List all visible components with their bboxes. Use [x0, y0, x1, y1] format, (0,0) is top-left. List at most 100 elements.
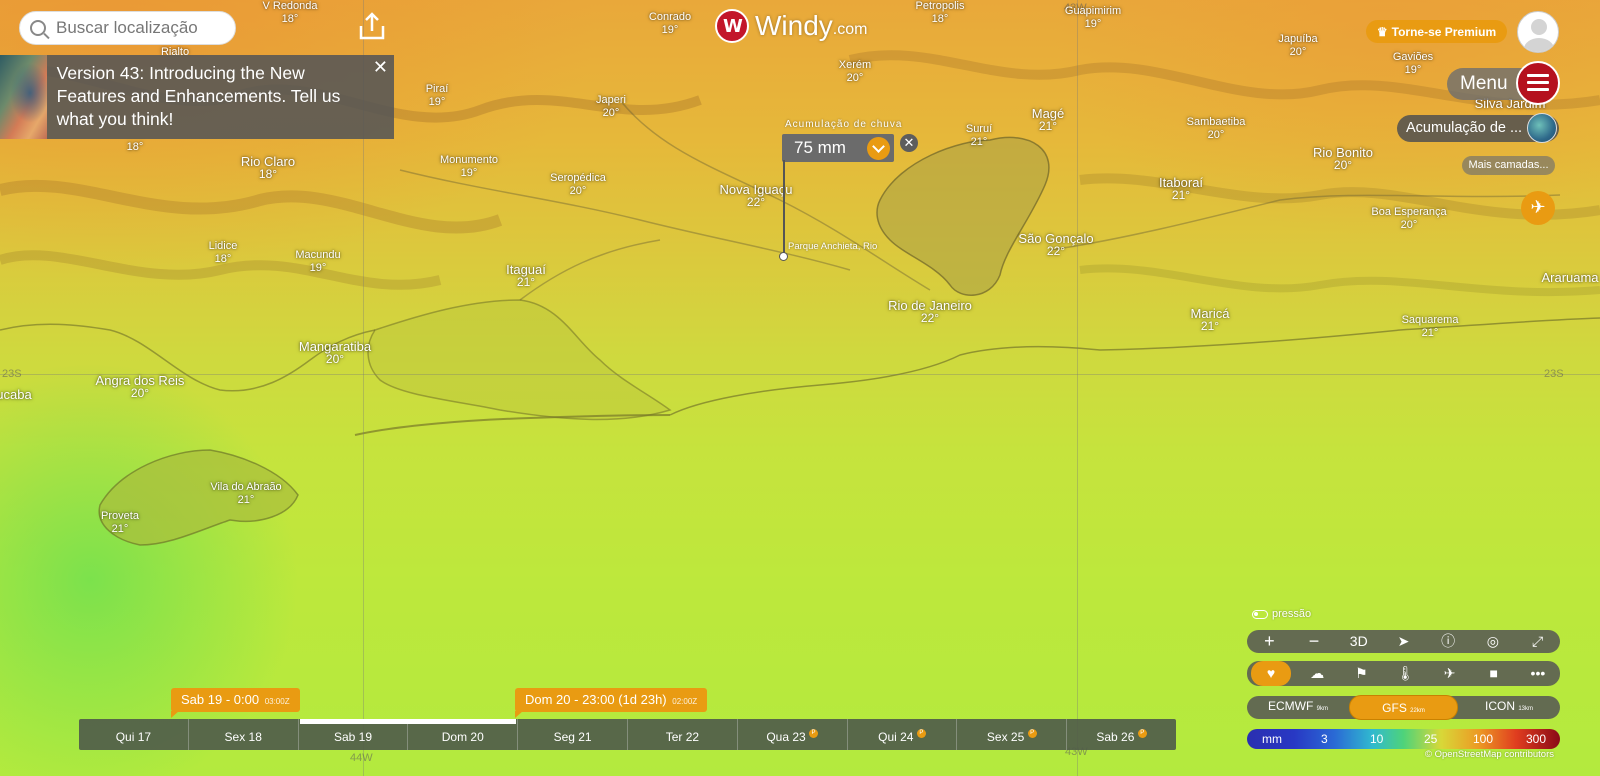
place-label[interactable]: Rio Claro 18° [241, 155, 295, 181]
radar-icon[interactable]: ◎ [1475, 630, 1511, 653]
timeline-day[interactable]: Sex 25 P [957, 719, 1068, 750]
place-label[interactable]: Piraí 19° [426, 83, 449, 109]
place-label[interactable]: Maricá 21° [1190, 307, 1229, 333]
globe-icon [1527, 113, 1557, 143]
plane-icon[interactable]: ✈ [1432, 662, 1468, 685]
place-label[interactable]: Japeri 20° [596, 94, 626, 120]
weather-icon[interactable]: ☁ [1299, 662, 1335, 685]
place-label[interactable]: Japuíba 20° [1278, 33, 1317, 59]
place-label[interactable]: Suruí 21° [966, 123, 992, 149]
grid-parallel [0, 374, 1600, 375]
place-label[interactable]: Magé 21° [1032, 107, 1065, 133]
place-label[interactable]: Rio de Janeiro 22° [888, 299, 972, 325]
search-input[interactable] [56, 18, 226, 38]
place-label[interactable]: Sambaetiba 20° [1187, 116, 1246, 142]
place-label[interactable]: Boa Esperança 20° [1371, 206, 1446, 232]
place-label[interactable]: Lidice 18° [209, 240, 238, 266]
place-label[interactable]: Itaboraí 21° [1159, 176, 1203, 202]
attribution[interactable]: © OpenStreetMap contributors [1425, 749, 1554, 760]
legend-value: 10 [1370, 732, 1384, 746]
announcement-text[interactable]: Version 43: Introducing the New Features… [47, 55, 394, 139]
flag-icon[interactable]: ⚑ [1343, 662, 1379, 685]
place-label[interactable]: Angra dos Reis 20° [96, 374, 185, 400]
timeline-start-handle[interactable]: Sab 19 - 0:00 03:00Z [171, 688, 300, 718]
logo-suffix: .com [832, 21, 868, 38]
user-icon[interactable] [1517, 11, 1559, 53]
place-label[interactable]: ucaba [0, 388, 32, 401]
place-label[interactable]: 18° [127, 141, 144, 154]
timeline-day[interactable]: Ter 22 [628, 719, 738, 750]
premium-badge-icon: P [1137, 729, 1147, 738]
info-icon[interactable]: ⓘ [1430, 630, 1466, 653]
place-label[interactable]: Mangaratiba 20° [299, 340, 371, 366]
layer-label: Acumulação de ... [1406, 120, 1523, 136]
thermometer-icon[interactable]: 🌡 [1387, 662, 1423, 685]
plane-icon[interactable]: ✈ [1521, 191, 1555, 225]
place-label[interactable]: Vila do Abraão 21° [210, 481, 281, 507]
place-label[interactable]: Macundu 19° [295, 249, 340, 275]
layer-selector[interactable]: Acumulação de ... [1397, 113, 1559, 143]
place-label[interactable]: Araruama [1541, 271, 1598, 284]
place-label[interactable]: São Gonçalo 22° [1018, 232, 1093, 258]
chevron-down-icon[interactable] [867, 137, 890, 160]
timeline-day[interactable]: Qua 23 P [738, 719, 848, 750]
timeline-day[interactable]: Sab 26 P [1067, 719, 1176, 750]
search-icon [30, 20, 46, 36]
hamburger-icon[interactable] [1516, 61, 1560, 105]
picker-title: Acumulação de chuva [785, 119, 903, 130]
place-label[interactable]: Saquarema 21° [1402, 314, 1459, 340]
heart-icon[interactable]: ♥ [1251, 661, 1292, 686]
zoom-in-button[interactable]: + [1251, 630, 1287, 653]
grid-label-lat: 23S [1544, 368, 1564, 380]
place-label[interactable]: Conrado 19° [649, 11, 691, 37]
legend-value: 100 [1473, 732, 1494, 746]
3d-button[interactable]: 3D [1341, 630, 1377, 653]
legend-value: 25 [1424, 732, 1438, 746]
timeline-day[interactable]: Qui 17 [79, 719, 189, 750]
place-label[interactable]: Gaviões 19° [1393, 51, 1433, 77]
share-icon[interactable] [355, 10, 389, 44]
timeline-day[interactable]: Qui 24 P [848, 719, 958, 750]
more-icon[interactable]: ••• [1520, 662, 1556, 685]
search-box[interactable] [19, 11, 236, 45]
announcement-banner[interactable]: Version 43: Introducing the New Features… [0, 55, 394, 139]
menu-label[interactable]: Menu [1447, 68, 1527, 100]
fullscreen-icon[interactable]: ⤢ [1520, 630, 1556, 653]
model-gfs[interactable]: GFS 22km [1348, 695, 1459, 720]
place-label[interactable]: Rio Bonito 20° [1313, 146, 1373, 172]
sepetiba-bay [367, 299, 672, 421]
grid-label-lon: 44W [350, 752, 373, 764]
poi-label[interactable]: Parque Anchieta, Rio [788, 241, 877, 252]
announcement-thumbnail [0, 55, 47, 139]
place-label[interactable]: V Redonda 18° [262, 0, 317, 26]
timeline-day[interactable]: Sex 18 [189, 719, 299, 750]
place-label[interactable]: Guapimirim 19° [1065, 5, 1121, 31]
place-label[interactable]: Itaguaí 21° [506, 263, 546, 289]
close-icon[interactable]: ✕ [373, 57, 388, 78]
picker-close-button[interactable]: ✕ [900, 134, 918, 152]
picker-point[interactable] [779, 252, 788, 261]
location-icon[interactable]: ➤ [1385, 630, 1421, 653]
timeline-day[interactable]: Seg 21 [518, 719, 628, 750]
more-layers-button[interactable]: Mais camadas... [1462, 156, 1555, 175]
camera-icon[interactable]: ■ [1476, 662, 1512, 685]
zoom-out-button[interactable]: − [1296, 630, 1332, 653]
windy-logo[interactable]: Windy .com [715, 8, 867, 44]
place-label[interactable]: Proveta 21° [101, 510, 139, 536]
place-label[interactable]: Monumento 19° [440, 154, 498, 180]
place-label[interactable]: Seropédica 20° [550, 172, 606, 198]
legend-value: 3 [1321, 732, 1328, 746]
timeline-end-handle[interactable]: Dom 20 - 23:00 (1d 23h) 02:00Z [515, 688, 708, 718]
model-ecmwf[interactable]: ECMWF 9km [1247, 695, 1349, 721]
place-label[interactable]: Nova Iguaçu 22° [720, 183, 793, 209]
premium-badge-icon: P [916, 729, 926, 738]
color-legend[interactable]: mm 3 10 25 100 300 [1247, 729, 1560, 749]
premium-button[interactable]: ♛ Torne-se Premium [1366, 20, 1507, 43]
pressure-toggle[interactable]: pressão [1252, 608, 1311, 620]
model-icon[interactable]: ICON 13km [1458, 695, 1560, 721]
picker-value[interactable]: 75 mm [782, 134, 894, 162]
place-label[interactable]: Xerém 20° [839, 59, 871, 85]
timeline-range[interactable] [300, 719, 516, 724]
timeline[interactable]: Qui 17 Sex 18 Sab 19 Dom 20 Seg 21 Ter 2… [79, 719, 1176, 750]
place-label[interactable]: Petropolis 18° [916, 0, 965, 26]
